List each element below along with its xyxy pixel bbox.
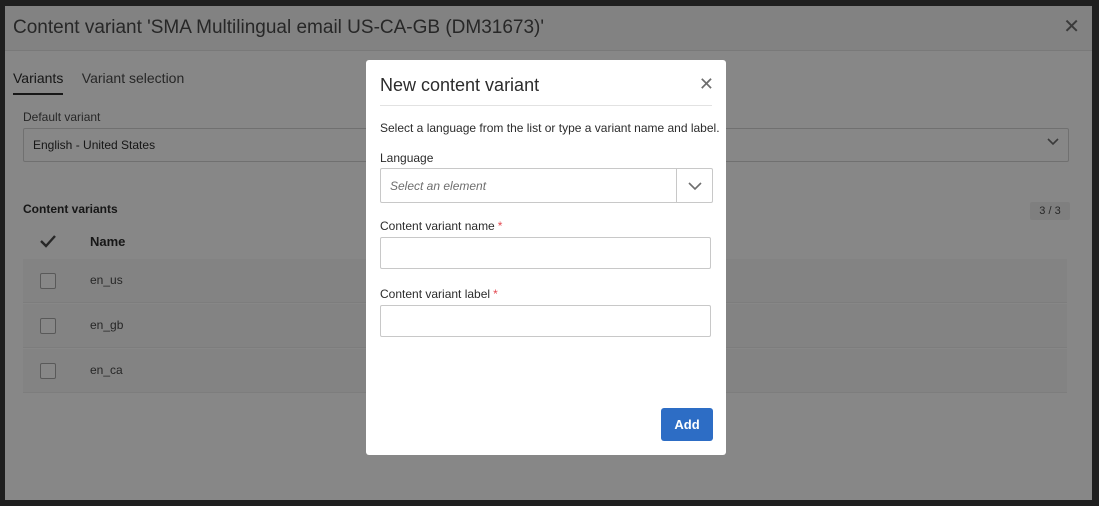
required-marker: * xyxy=(497,219,503,233)
variant-label-input[interactable] xyxy=(380,305,711,337)
variant-name-label: Content variant name * xyxy=(380,219,502,233)
new-content-variant-dialog: New content variant ✕ Select a language … xyxy=(366,60,726,455)
variant-label-label-text: Content variant label xyxy=(380,287,491,301)
dialog-title: New content variant xyxy=(380,75,540,95)
language-placeholder: Select an element xyxy=(390,179,487,193)
variant-name-input[interactable] xyxy=(380,237,711,269)
variant-name-label-text: Content variant name xyxy=(380,219,495,233)
dialog-close-icon[interactable]: ✕ xyxy=(699,74,714,95)
variant-label-label: Content variant label * xyxy=(380,287,498,301)
add-button[interactable]: Add xyxy=(661,408,713,441)
dialog-description: Select a language from the list or type … xyxy=(380,121,720,135)
dialog-divider xyxy=(380,105,712,106)
language-select[interactable]: Select an element xyxy=(380,168,713,203)
required-marker: * xyxy=(493,287,498,301)
language-label: Language xyxy=(380,151,434,165)
language-dropdown-button[interactable] xyxy=(676,169,712,202)
